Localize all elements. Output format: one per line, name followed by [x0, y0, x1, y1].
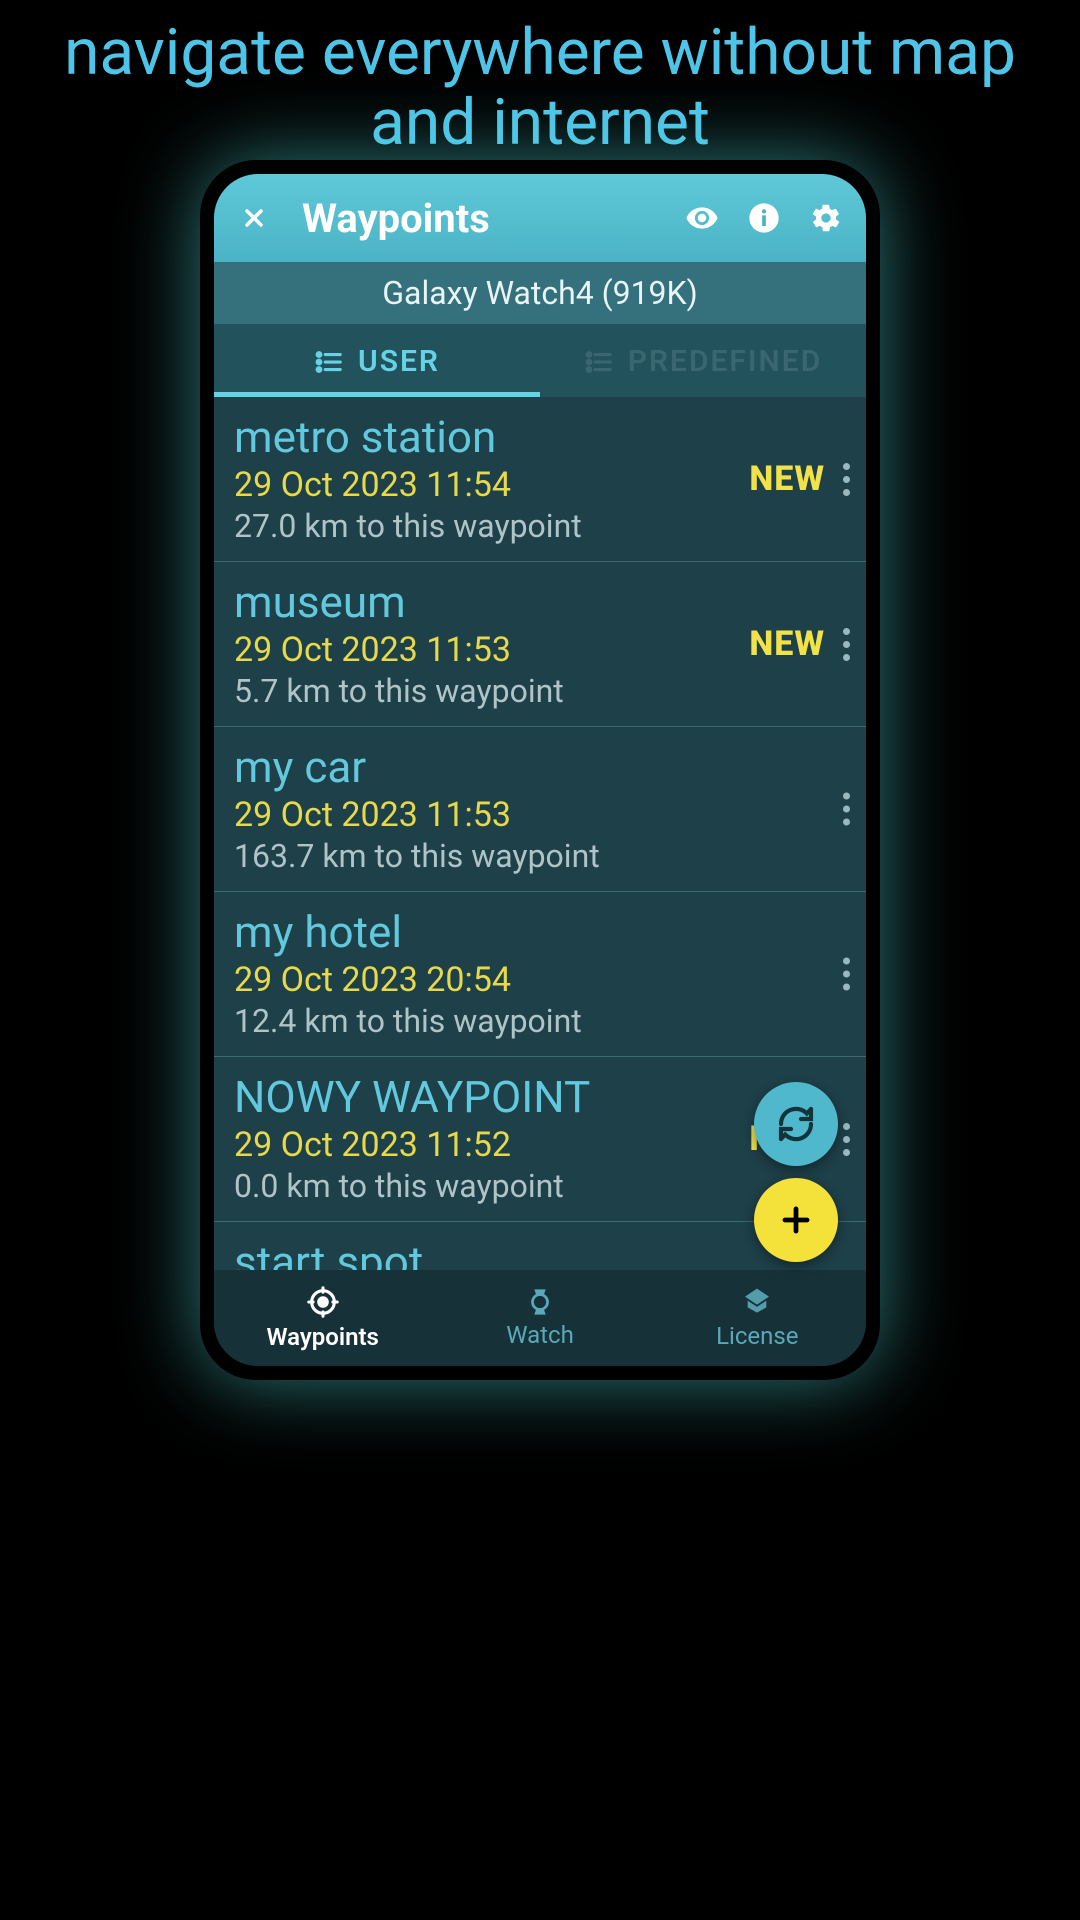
waypoint-name: start spot	[234, 1236, 846, 1270]
list-item[interactable]: my car 29 Oct 2023 11:53 163.7 km to thi…	[214, 727, 866, 892]
list-item[interactable]: my hotel 29 Oct 2023 20:54 12.4 km to th…	[214, 892, 866, 1057]
waypoint-name: museum	[234, 576, 846, 628]
waypoint-distance: 0.0 km to this waypoint	[234, 1167, 846, 1205]
page-title: Waypoints	[302, 195, 662, 242]
waypoint-distance: 163.7 km to this waypoint	[234, 837, 846, 875]
new-badge: NEW	[749, 624, 825, 664]
waypoint-date: 29 Oct 2023 20:54	[234, 960, 846, 1000]
waypoint-distance: 5.7 km to this waypoint	[234, 672, 846, 710]
nav-license-label: License	[716, 1322, 798, 1350]
tab-user-label: USER	[358, 344, 440, 379]
nav-watch-label: Watch	[506, 1321, 574, 1349]
tab-predefined-label: PREDEFINED	[628, 344, 823, 379]
info-icon[interactable]	[742, 196, 786, 240]
list-item[interactable]: museum 29 Oct 2023 11:53 5.7 km to this …	[214, 562, 866, 727]
nav-watch[interactable]: Watch	[431, 1270, 648, 1366]
visibility-icon[interactable]	[680, 196, 724, 240]
nav-license[interactable]: License	[649, 1270, 866, 1366]
waypoint-name: my hotel	[234, 906, 846, 958]
sync-button[interactable]	[754, 1082, 838, 1166]
waypoint-distance: 12.4 km to this waypoint	[234, 1002, 846, 1040]
tab-bar: USER PREDEFINED	[214, 324, 866, 397]
phone-frame: Waypoints Galaxy Watch4 (919K) USER	[200, 160, 880, 1380]
more-icon[interactable]	[843, 463, 850, 496]
more-icon[interactable]	[843, 793, 850, 826]
add-button[interactable]	[754, 1178, 838, 1262]
list-item[interactable]: metro station 29 Oct 2023 11:54 27.0 km …	[214, 397, 866, 562]
nav-waypoints-label: Waypoints	[266, 1323, 378, 1351]
more-icon[interactable]	[843, 958, 850, 991]
tab-predefined[interactable]: PREDEFINED	[540, 324, 866, 397]
gear-icon[interactable]	[804, 196, 848, 240]
tab-user[interactable]: USER	[214, 324, 540, 397]
waypoint-distance: 27.0 km to this waypoint	[234, 507, 846, 545]
waypoint-date: 29 Oct 2023 11:53	[234, 795, 846, 835]
waypoint-name: metro station	[234, 411, 846, 463]
app-bar: Waypoints	[214, 174, 866, 262]
close-icon[interactable]	[232, 196, 276, 240]
more-icon[interactable]	[843, 1123, 850, 1156]
waypoint-name: my car	[234, 741, 846, 793]
more-icon[interactable]	[843, 628, 850, 661]
new-badge: NEW	[749, 459, 825, 499]
nav-waypoints[interactable]: Waypoints	[214, 1270, 431, 1366]
bottom-nav: Waypoints Watch License	[214, 1270, 866, 1366]
connected-device-label: Galaxy Watch4 (919K)	[214, 262, 866, 324]
promo-headline: navigate everywhere without map and inte…	[0, 0, 1080, 159]
